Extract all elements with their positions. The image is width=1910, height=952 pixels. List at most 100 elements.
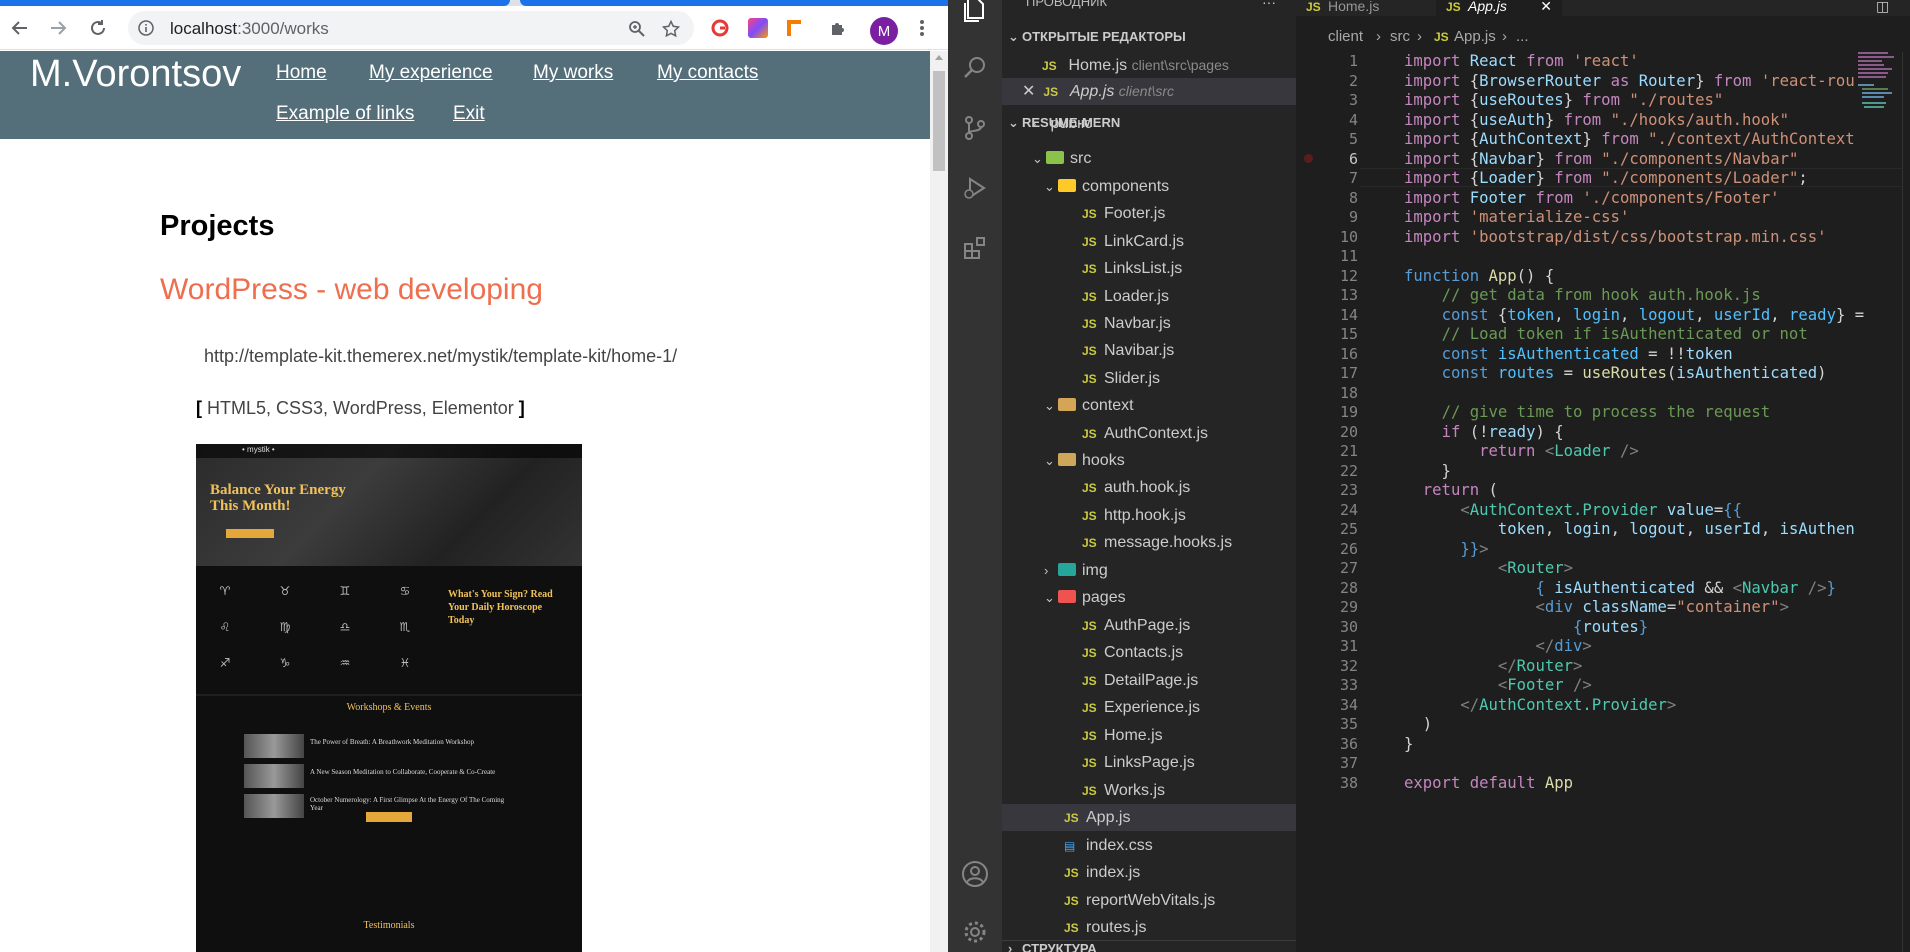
run-debug-icon[interactable] (959, 172, 991, 204)
tree-folder-public[interactable]: › public (1002, 120, 1296, 132)
editor-scrollbar[interactable] (1902, 52, 1910, 952)
breadcrumb-item[interactable]: App.js (1454, 28, 1496, 45)
source-control-icon[interactable] (959, 112, 991, 144)
puzzle-icon[interactable] (822, 12, 854, 44)
code-line[interactable]: import React from 'react' (1404, 52, 1639, 70)
more-actions-icon[interactable]: ··· (1262, 0, 1276, 10)
tree-file[interactable]: JS Navibar.js (1002, 337, 1296, 364)
code-line[interactable]: </div> (1404, 637, 1591, 655)
menu-dots-icon[interactable] (906, 12, 938, 44)
tab-home[interactable]: JS Home.js (1306, 0, 1436, 16)
nav-link-exit[interactable]: Exit (453, 103, 485, 125)
code-line[interactable]: {routes} (1404, 618, 1648, 636)
ext-gradient-icon[interactable] (742, 12, 774, 44)
ext-ruler-icon[interactable] (778, 12, 810, 44)
code-line[interactable]: <div className="container"> (1404, 598, 1789, 616)
code-line[interactable]: // give time to process the request (1404, 403, 1771, 421)
tree-file[interactable]: JS index.js (1002, 859, 1296, 886)
tree-folder-hooks[interactable]: ⌄ hooks (1002, 447, 1296, 474)
code-line[interactable]: <Router> (1404, 559, 1573, 577)
tree-file[interactable]: JS AuthContext.js (1002, 420, 1296, 447)
tab-app[interactable]: JS App.js ✕ (1436, 0, 1562, 16)
code-line[interactable]: return <Loader /> (1404, 442, 1639, 460)
close-icon[interactable]: ✕ (1022, 83, 1035, 100)
breadcrumb-item[interactable]: ... (1516, 28, 1529, 45)
tree-file[interactable]: JS Navbar.js (1002, 310, 1296, 337)
code-line[interactable]: const isAuthenticated = !!token (1404, 345, 1733, 363)
explorer-icon[interactable] (959, 0, 991, 26)
back-icon[interactable] (4, 12, 36, 44)
code-line[interactable]: { isAuthenticated && <Navbar />} (1404, 579, 1835, 597)
tree-folder-pages[interactable]: ⌄ pages (1002, 584, 1296, 611)
tree-file[interactable]: JS Contacts.js (1002, 639, 1296, 666)
scroll-up-icon[interactable] (935, 55, 943, 60)
tree-file[interactable]: JS DetailPage.js (1002, 667, 1296, 694)
code-line[interactable]: ) (1404, 715, 1432, 733)
page-scrollbar[interactable] (930, 51, 948, 952)
code-line[interactable]: </Router> (1404, 657, 1583, 675)
tree-file[interactable]: JS http.hook.js (1002, 502, 1296, 529)
code-line[interactable]: // Load token if isAuthenticated or not (1404, 325, 1808, 343)
ext-grammarly-icon[interactable] (704, 12, 736, 44)
code-line[interactable]: import {Loader} from "./components/Loade… (1404, 169, 1808, 187)
site-brand[interactable]: M.Vorontsov (30, 53, 241, 96)
scroll-thumb[interactable] (933, 71, 945, 171)
minimap[interactable] (1858, 52, 1902, 112)
reload-icon[interactable] (82, 12, 114, 44)
code-line[interactable]: import {Navbar} from "./components/Navba… (1404, 150, 1798, 168)
tree-file[interactable]: JS LinkCard.js (1002, 228, 1296, 255)
tree-folder-img[interactable]: › img (1002, 557, 1296, 584)
tree-file[interactable]: ▤ index.css (1002, 832, 1296, 859)
tree-folder-components[interactable]: ⌄ components (1002, 173, 1296, 200)
code-line[interactable]: <Footer /> (1404, 676, 1592, 694)
tree-folder-context[interactable]: ⌄ context (1002, 392, 1296, 419)
open-editors-header[interactable]: ⌄ ОТКРЫТЫЕ РЕДАКТОРЫ (1002, 29, 1296, 51)
tree-file[interactable]: JS reportWebVitals.js (1002, 887, 1296, 914)
code-line[interactable]: const routes = useRoutes(isAuthenticated… (1404, 364, 1827, 382)
tree-file[interactable]: JS Experience.js (1002, 694, 1296, 721)
tree-file[interactable]: JS Works.js (1002, 777, 1296, 804)
nav-link-experience[interactable]: My experience (369, 62, 493, 84)
url-text[interactable]: localhost:3000/works (170, 19, 329, 39)
tree-file[interactable]: JS Home.js (1002, 722, 1296, 749)
code-line[interactable]: function App() { (1404, 267, 1554, 285)
forward-icon[interactable] (42, 12, 74, 44)
code-line[interactable]: } (1404, 462, 1451, 480)
nav-link-works[interactable]: My works (533, 62, 613, 84)
nav-link-contacts[interactable]: My contacts (657, 62, 758, 84)
code-line[interactable]: if (!ready) { (1404, 423, 1564, 441)
code-line[interactable]: import {useRoutes} from "./routes" (1404, 91, 1723, 109)
code-line[interactable]: import 'bootstrap/dist/css/bootstrap.min… (1404, 228, 1827, 246)
code-line[interactable]: import {useAuth} from "./hooks/auth.hook… (1404, 111, 1789, 129)
code-line[interactable]: import 'materialize-css' (1404, 208, 1629, 226)
code-line[interactable]: return ( (1404, 481, 1498, 499)
code-line[interactable]: import {AuthContext} from "./context/Aut… (1404, 130, 1855, 148)
account-icon[interactable] (959, 858, 991, 890)
close-icon[interactable]: ✕ (1540, 0, 1552, 13)
tree-file[interactable]: JS message.hooks.js (1002, 529, 1296, 556)
tree-file[interactable]: JS AuthPage.js (1002, 612, 1296, 639)
code-line[interactable]: <AuthContext.Provider value={{ (1404, 501, 1742, 519)
outline-header[interactable]: › СТРУКТУРА (1002, 940, 1296, 952)
nav-link-links[interactable]: Example of links (276, 103, 414, 125)
tree-file[interactable]: JS routes.js (1002, 914, 1296, 941)
code-line[interactable]: import Footer from './components/Footer' (1404, 189, 1780, 207)
info-icon[interactable] (138, 20, 154, 41)
tree-file[interactable]: JS Footer.js (1002, 200, 1296, 227)
code-line[interactable]: }}> (1404, 540, 1488, 558)
address-bar[interactable]: localhost:3000/works (128, 11, 694, 45)
tree-file-selected[interactable]: JS App.js (1002, 804, 1296, 831)
open-editor-item[interactable]: ✕ JS App.js client\src (1002, 78, 1296, 105)
nav-link-home[interactable]: Home (276, 62, 327, 84)
gear-icon[interactable] (959, 916, 991, 948)
search-icon[interactable] (959, 52, 991, 84)
breadcrumb-item[interactable]: client (1328, 28, 1363, 45)
code-line[interactable]: import {BrowserRouter as Router} from 'r… (1404, 72, 1855, 90)
code-line[interactable]: const {token, login, logout, userId, rea… (1404, 306, 1865, 324)
code-line[interactable]: token, login, logout, userId, isAuthen (1404, 520, 1855, 538)
zoom-icon[interactable] (626, 18, 648, 40)
tree-folder-src[interactable]: ⌄ src (1002, 145, 1296, 172)
tree-file[interactable]: JS Slider.js (1002, 365, 1296, 392)
tree-file[interactable]: JS auth.hook.js (1002, 474, 1296, 501)
code-line[interactable]: </AuthContext.Provider> (1404, 696, 1676, 714)
